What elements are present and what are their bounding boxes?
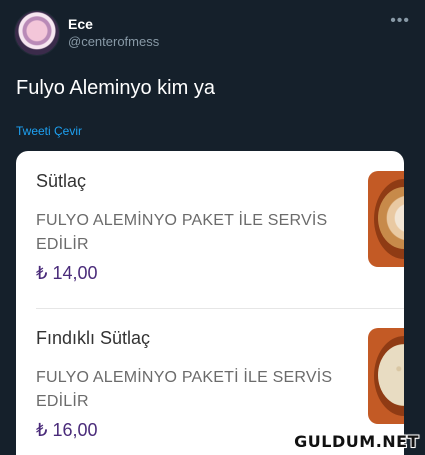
author-name[interactable]: Ece bbox=[68, 16, 93, 32]
menu-card[interactable]: Sütlaç FULYO ALEMİNYO PAKET İLE SERVİS E… bbox=[16, 151, 404, 455]
menu-item-price: ₺ 14,00 bbox=[36, 263, 98, 283]
author-handle[interactable]: @centerofmess bbox=[68, 34, 159, 49]
more-dots-icon[interactable]: ••• bbox=[390, 12, 410, 30]
menu-item-price: ₺ 16,00 bbox=[36, 420, 98, 440]
menu-item-title: Sütlaç bbox=[36, 171, 87, 191]
menu-item-title: Fındıklı Sütlaç bbox=[36, 328, 151, 348]
menu-item-image bbox=[368, 171, 404, 267]
translate-tweet-link[interactable]: Tweeti Çevir bbox=[16, 124, 82, 138]
avatar[interactable] bbox=[14, 10, 60, 56]
menu-item[interactable]: Sütlaç FULYO ALEMİNYO PAKET İLE SERVİS E… bbox=[16, 151, 404, 307]
menu-item-image bbox=[368, 328, 404, 424]
tweet-header: Ece @centerofmess ••• bbox=[14, 10, 414, 56]
tweet-text: Fulyo Aleminyo kim ya bbox=[16, 77, 215, 99]
watermark: GULDUM.NET bbox=[294, 432, 419, 451]
menu-item-description: FULYO ALEMİNYO PAKETİ İLE SERVİS EDİLİR bbox=[36, 369, 333, 410]
menu-item-description: FULYO ALEMİNYO PAKET İLE SERVİS EDİLİR bbox=[36, 212, 328, 253]
